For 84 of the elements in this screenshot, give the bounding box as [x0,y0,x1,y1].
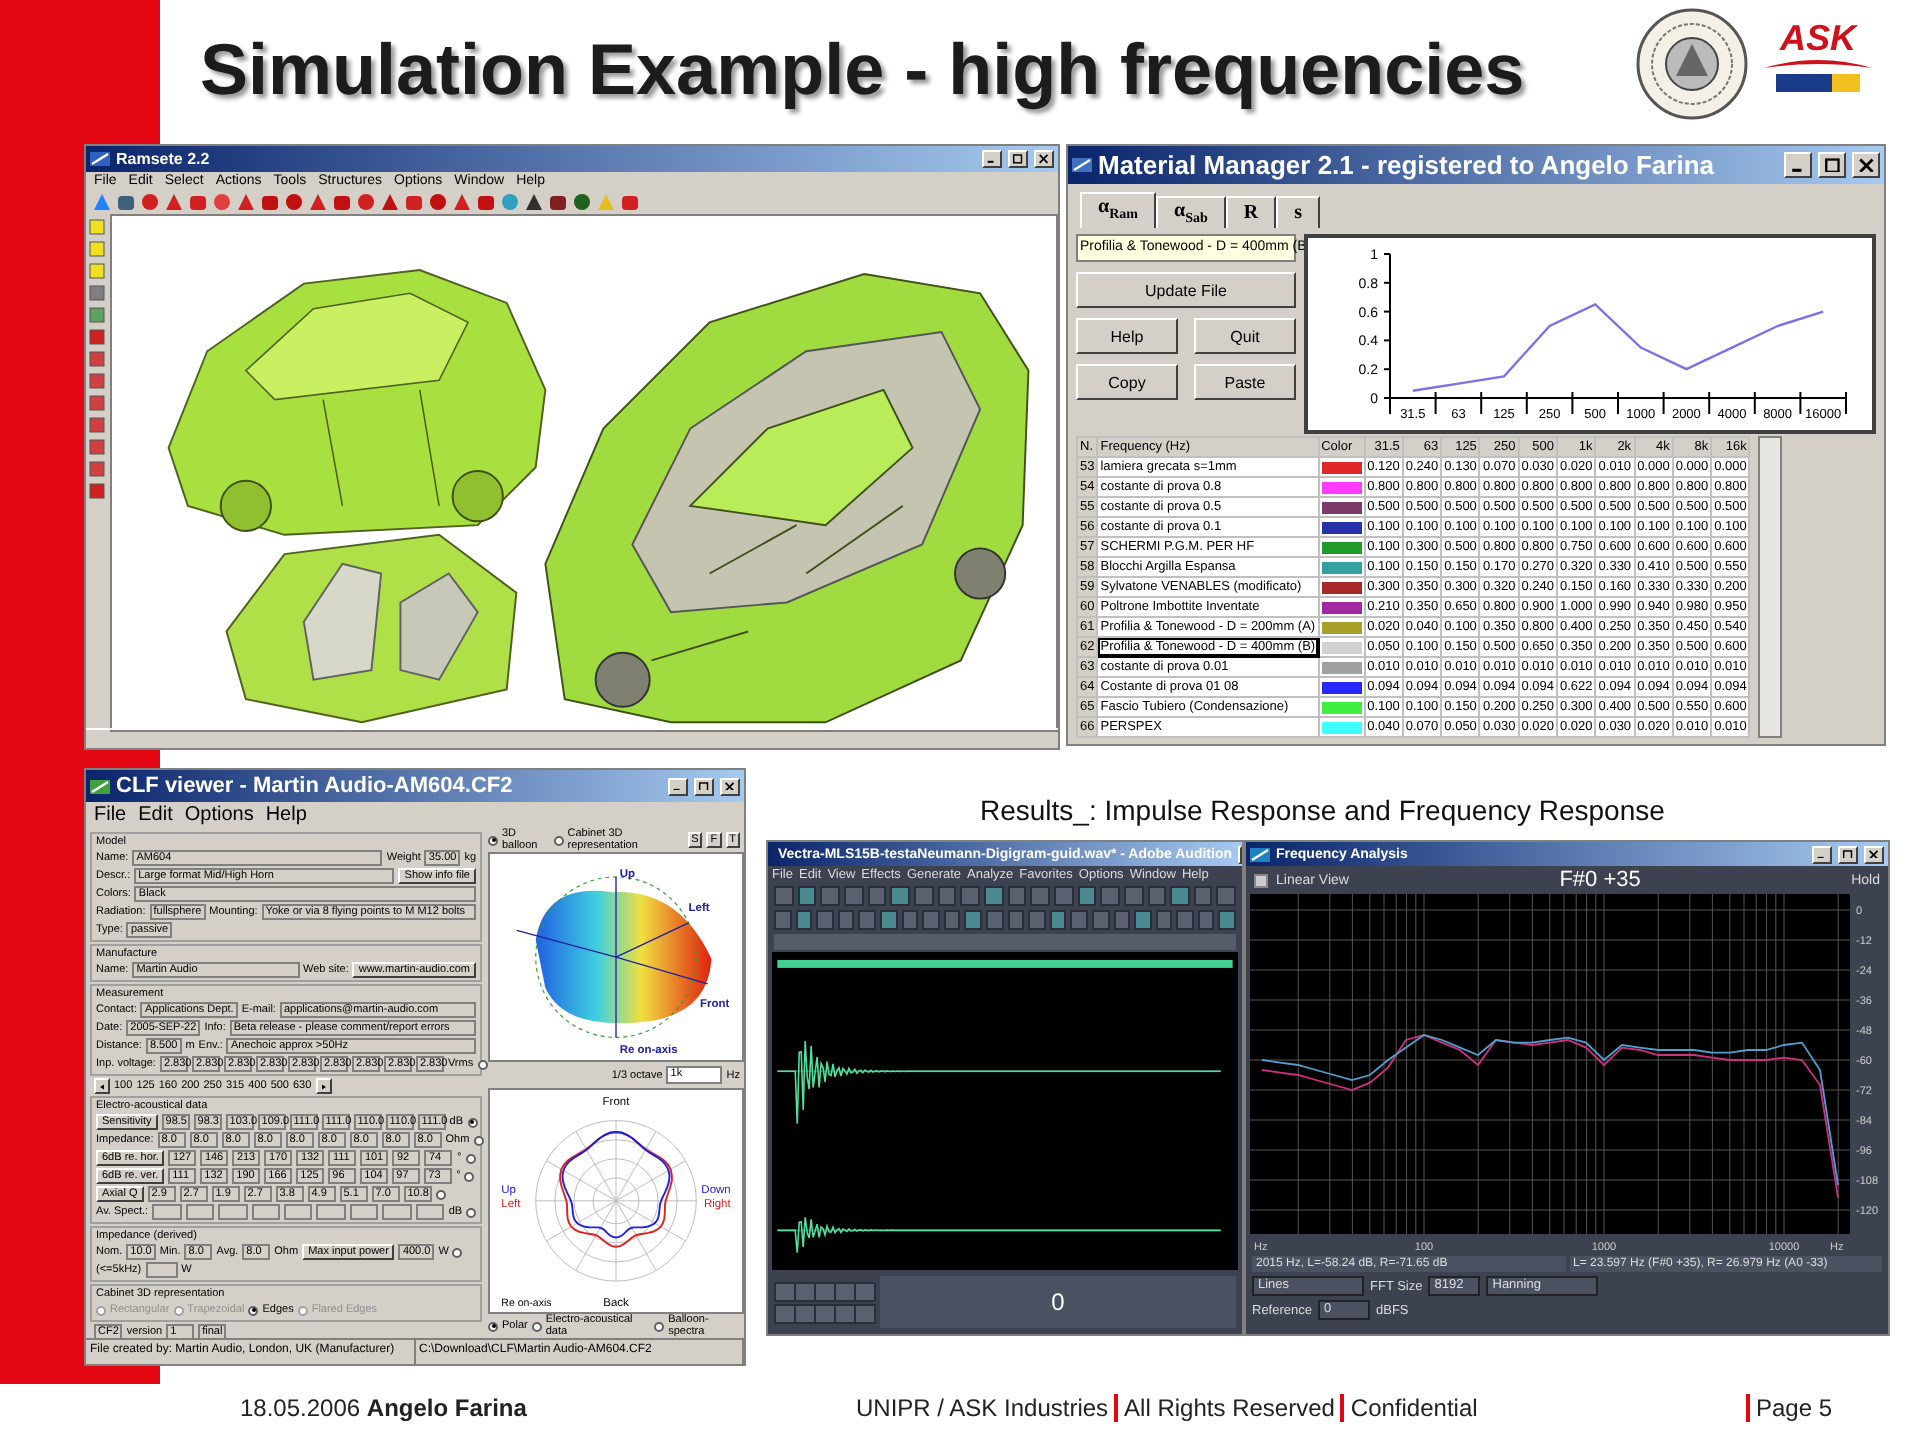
transport-button[interactable] [834,1281,856,1301]
maximize-button[interactable] [1838,845,1858,863]
close-button[interactable] [720,777,740,795]
transport-button[interactable] [794,1303,816,1323]
checkbox[interactable] [1254,873,1268,887]
radio-button[interactable] [436,1189,447,1199]
app-icon [90,150,110,168]
results-caption: Results_: Impulse Response and Frequency Response [980,794,1665,826]
arrow-button[interactable] [315,1078,332,1094]
tool-icon[interactable] [983,886,1004,906]
transport-button[interactable] [814,1281,836,1301]
minimize-button[interactable] [1238,845,1242,863]
minimize-button[interactable] [668,777,688,795]
window-title: Ramsete 2.2 [116,150,212,168]
maximize-icon [1823,157,1841,173]
window-title: CLF viewer - Martin Audio-AM604.CF2 [116,774,515,798]
radio-button[interactable] [452,1247,463,1257]
menu-item[interactable]: Help [265,802,307,828]
tab[interactable]: α$_{Ram}$ [1080,192,1156,228]
minimize-button[interactable] [1784,152,1812,178]
radio-button[interactable] [553,835,564,845]
tab[interactable]: R [1225,196,1277,228]
transport-button[interactable] [814,1303,836,1323]
radio-button[interactable] [465,1153,476,1163]
update-file-button[interactable]: Update File [1076,272,1296,308]
radio-button[interactable] [473,1135,484,1145]
transport-button[interactable] [794,1281,816,1301]
footer-date-author: 18.05.2006 Angelo Farina [240,1394,527,1422]
close-icon [724,781,736,791]
transport-button[interactable] [854,1281,876,1301]
maximize-icon [1012,154,1024,164]
maximize-icon [698,781,710,791]
arrow-icon [100,1081,104,1091]
radio-button[interactable] [464,1171,475,1181]
close-button[interactable] [1034,150,1054,168]
maximize-button[interactable] [1008,150,1028,168]
maximize-button[interactable] [694,777,714,795]
footer-notice: All Rights Reserved [1114,1394,1335,1422]
radio-button[interactable] [466,1207,477,1217]
close-icon [1868,849,1880,859]
close-button[interactable] [1852,152,1880,178]
close-icon [1857,157,1875,173]
copy-button[interactable]: Copy [1076,364,1178,400]
radio-button[interactable] [531,1321,542,1331]
empty-field[interactable] [145,1262,178,1278]
maximize-icon [1842,849,1854,859]
radio-button[interactable] [248,1305,259,1315]
transport-button[interactable] [854,1303,876,1323]
menu-item[interactable]: File [94,802,127,828]
scrollbar[interactable] [1758,436,1783,738]
transport-button[interactable] [834,1303,856,1323]
swoosh-icon [1760,56,1876,96]
slide-title: Simulation Example - high frequencies [200,28,1525,112]
arrow-button[interactable] [94,1078,110,1094]
app-icon [90,777,110,795]
minimize-button[interactable] [982,150,1002,168]
app-icon [1250,845,1270,863]
tab[interactable]: α$_{Sab}$ [1155,196,1226,228]
maximize-button[interactable] [1818,152,1846,178]
footer-notice: Confidential [1340,1394,1478,1422]
paste-button[interactable]: Paste [1194,364,1296,400]
menu-item[interactable]: Options [184,802,254,828]
help-button[interactable]: Help [1076,318,1178,354]
footer-notice: UNIPR / ASK Industries [856,1394,1109,1422]
time-counter: 0 [880,1276,1236,1328]
note-readout: F#0 +35 [1557,868,1643,892]
logo-text: ASK [1779,20,1856,56]
radio-button[interactable] [488,835,498,845]
close-icon [1038,154,1050,164]
radio-button[interactable] [467,1117,477,1127]
close-button[interactable] [1864,845,1884,863]
arrow-icon [321,1081,326,1091]
menu-item[interactable]: Edit [138,802,173,828]
minimize-button[interactable] [1812,845,1832,863]
transport-button[interactable] [774,1281,796,1301]
window-title: Material Manager 2.1 - registered to Angelo Farina [1098,150,1716,180]
radio-button[interactable] [654,1321,665,1331]
page-number: Page 5 [1746,1394,1833,1422]
quit-button[interactable]: Quit [1194,318,1296,354]
app-icon [1072,156,1092,174]
transport-button[interactable] [774,1303,796,1323]
tab[interactable]: s [1276,196,1321,228]
radio-button[interactable] [488,1321,498,1331]
university-seal-icon [1636,8,1748,120]
